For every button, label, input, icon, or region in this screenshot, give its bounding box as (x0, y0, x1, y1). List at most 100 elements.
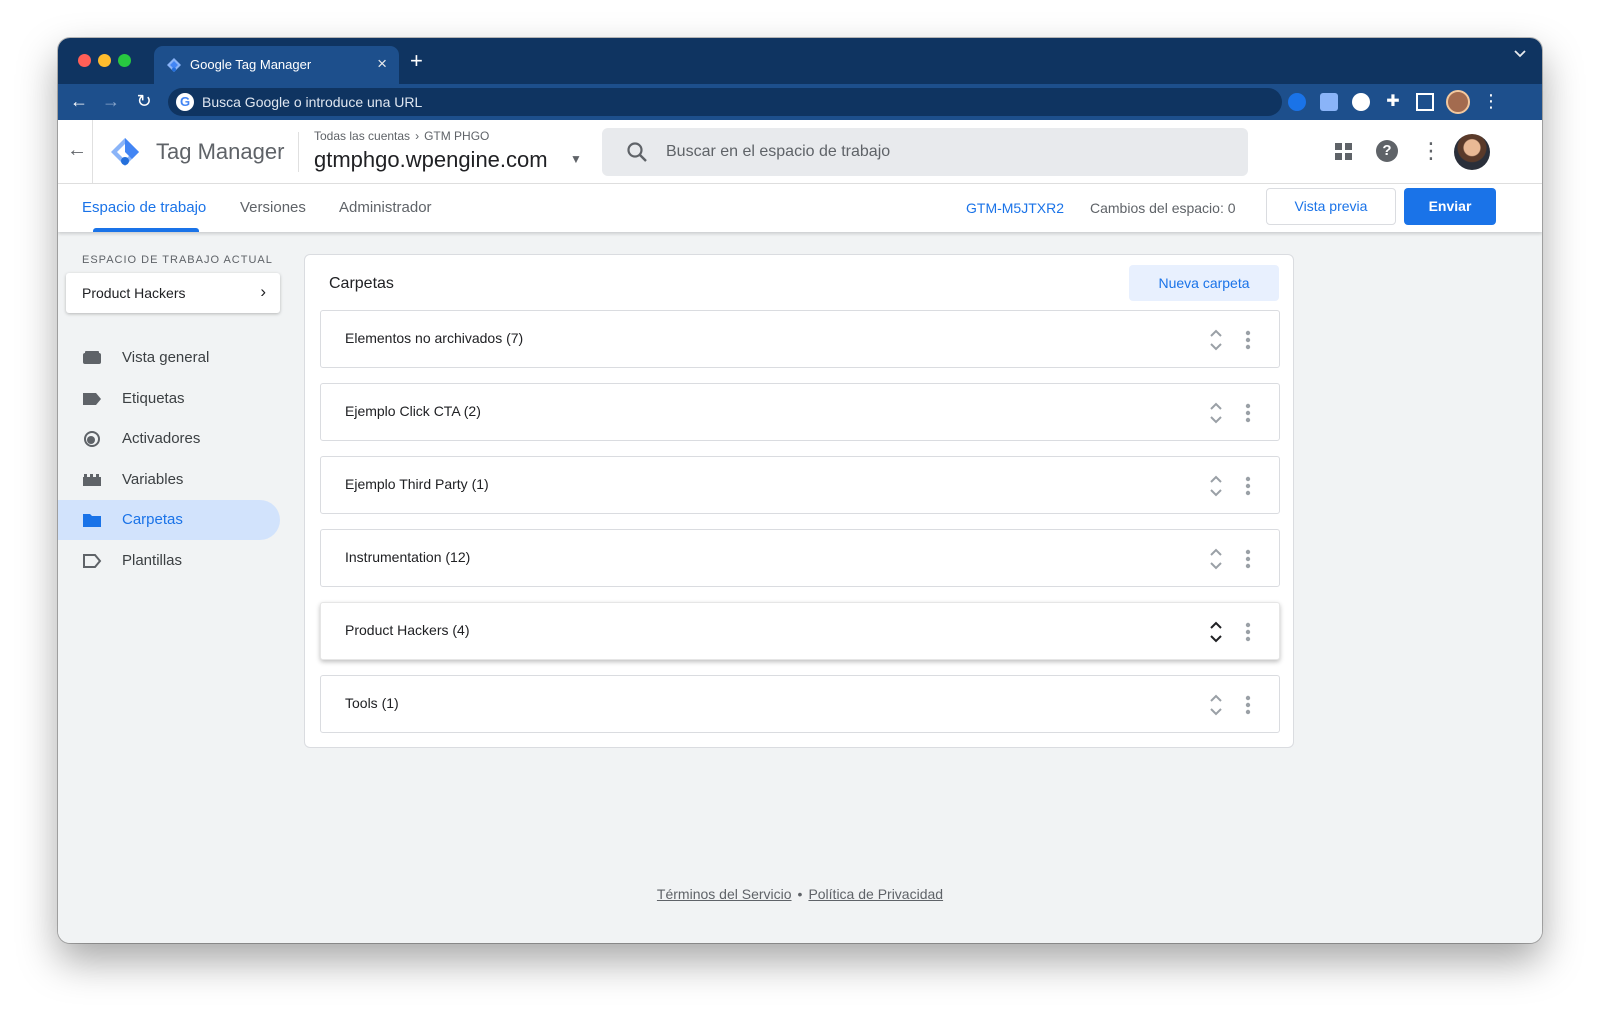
workspace-name: Product Hackers (82, 285, 186, 301)
header-divider (92, 120, 93, 184)
footer: Términos del Servicio • Política de Privac… (58, 886, 1542, 902)
more-vert-icon[interactable] (1245, 330, 1251, 350)
more-vert-icon[interactable] (1245, 549, 1251, 569)
more-vert-icon[interactable] (1245, 476, 1251, 496)
workspace-changes: Cambios del espacio: 0 (1090, 200, 1236, 216)
extension-globe-icon[interactable] (1288, 93, 1306, 111)
back-icon[interactable]: ← (66, 139, 88, 162)
browser-tab[interactable]: Google Tag Manager × (154, 46, 399, 84)
expand-collapse-icon[interactable] (1209, 692, 1223, 718)
active-tab-indicator (93, 228, 199, 232)
browser-window: Google Tag Manager × + ← → ↻ G Busca Goo… (58, 38, 1542, 943)
sidebar-item-folder[interactable]: Carpetas (58, 500, 280, 540)
sidebar-item-label: Plantillas (122, 551, 183, 569)
tab-versions[interactable]: Versiones (240, 199, 306, 216)
folder-name: Ejemplo Click CTA (2) (345, 403, 481, 419)
tab-title: Google Tag Manager (190, 57, 312, 72)
sidebar-item-label: Variables (122, 470, 184, 488)
sidebar-item-label: Carpetas (122, 511, 183, 528)
google-icon: G (176, 93, 194, 111)
browser-menu-icon[interactable]: ⋮ (1482, 90, 1500, 112)
template-icon (82, 553, 102, 569)
folders-panel: Carpetas Nueva carpeta Elementos no arch… (304, 254, 1294, 748)
new-tab-button[interactable]: + (410, 48, 423, 74)
reload-icon[interactable]: ↻ (133, 90, 155, 112)
address-bar-placeholder: Busca Google o introduce una URL (202, 94, 423, 110)
account-avatar[interactable] (1454, 134, 1490, 170)
tab-workspace[interactable]: Espacio de trabajo (82, 199, 206, 216)
container-id[interactable]: GTM-M5JTXR2 (966, 200, 1064, 216)
forward-arrow-icon[interactable]: → (100, 90, 122, 112)
folder-row[interactable]: Instrumentation (12) (320, 529, 1280, 587)
chevron-right-icon: › (260, 282, 266, 301)
minimize-window-button[interactable] (98, 54, 111, 67)
browser-tabstrip: Google Tag Manager × + (58, 38, 1542, 84)
more-vert-icon[interactable]: ⋮ (1420, 137, 1442, 165)
current-workspace-label: ESPACIO DE TRABAJO ACTUAL (82, 254, 273, 266)
folder-row[interactable]: Ejemplo Third Party (1) (320, 456, 1280, 514)
workspace-selector[interactable]: Product Hackers › (66, 273, 280, 313)
expand-collapse-icon[interactable] (1209, 327, 1223, 353)
dropdown-caret-icon[interactable]: ▼ (570, 152, 582, 166)
folder-row[interactable]: Elementos no archivados (7) (320, 310, 1280, 368)
gtm-header: ← Tag Manager Todas las cuentas › GTM PHGO… (58, 120, 1542, 184)
expand-collapse-icon[interactable] (1209, 546, 1223, 572)
breadcrumb-account[interactable]: GTM PHGO (424, 129, 489, 143)
preview-button[interactable]: Vista previa (1266, 188, 1396, 225)
workspace-subnav: Espacio de trabajo Versiones Administrad… (58, 184, 1542, 232)
folder-name: Tools (1) (345, 695, 399, 711)
address-bar[interactable]: G Busca Google o introduce una URL (168, 88, 1282, 116)
trigger-icon (82, 431, 102, 447)
tab-close-icon[interactable]: × (377, 54, 387, 74)
new-folder-button[interactable]: Nueva carpeta (1129, 265, 1279, 301)
gtm-logo-icon[interactable] (110, 137, 140, 167)
folder-name: Ejemplo Third Party (1) (345, 476, 489, 492)
extension-translate-icon[interactable] (1320, 93, 1338, 111)
breadcrumb: Todas las cuentas › GTM PHGO (314, 129, 489, 143)
expand-collapse-icon[interactable] (1209, 473, 1223, 499)
extension-tag-assistant-icon[interactable] (1352, 93, 1370, 111)
header-divider (298, 132, 299, 172)
browser-profile-avatar[interactable] (1446, 90, 1470, 114)
folder-row[interactable]: Product Hackers (4) (320, 602, 1280, 660)
more-vert-icon[interactable] (1245, 403, 1251, 423)
tab-admin[interactable]: Administrador (339, 199, 432, 216)
search-placeholder: Buscar en el espacio de trabajo (666, 143, 891, 160)
sidebar-item-overview[interactable]: Vista general (58, 338, 280, 378)
chevron-right-icon: › (415, 129, 420, 143)
search-input[interactable]: Buscar en el espacio de trabajo (602, 128, 1248, 176)
expand-collapse-icon[interactable] (1209, 619, 1223, 645)
apps-grid-icon[interactable] (1334, 142, 1354, 162)
folder-name: Elementos no archivados (7) (345, 330, 524, 346)
expand-collapse-icon[interactable] (1209, 400, 1223, 426)
workspace-changes-label: Cambios del espacio: (1090, 200, 1224, 216)
more-vert-icon[interactable] (1245, 695, 1251, 715)
sidebar-item-variables[interactable]: Variables (58, 460, 280, 500)
extensions-puzzle-icon[interactable]: ✚ (1384, 93, 1402, 111)
variables-icon (82, 472, 102, 488)
tag-icon (82, 391, 102, 407)
folder-icon (82, 512, 102, 528)
terms-link[interactable]: Términos del Servicio (657, 886, 792, 902)
maximize-window-button[interactable] (118, 54, 131, 67)
tab-search-chevron-icon[interactable] (1514, 50, 1526, 58)
sidebar-item-trigger[interactable]: Activadores (58, 419, 280, 459)
search-icon (627, 142, 647, 162)
product-name[interactable]: Tag Manager (156, 139, 284, 165)
close-window-button[interactable] (78, 54, 91, 67)
main-content: ESPACIO DE TRABAJO ACTUAL Product Hacker… (58, 232, 1542, 943)
submit-button[interactable]: Enviar (1404, 188, 1496, 225)
more-vert-icon[interactable] (1245, 622, 1251, 642)
folder-row[interactable]: Tools (1) (320, 675, 1280, 733)
side-panel-icon[interactable] (1416, 93, 1434, 111)
sidebar-item-template[interactable]: Plantillas (58, 541, 280, 581)
privacy-link[interactable]: Política de Privacidad (808, 886, 943, 902)
sidebar-item-tag[interactable]: Etiquetas (58, 379, 280, 419)
panel-title: Carpetas (329, 275, 394, 292)
folder-row[interactable]: Ejemplo Click CTA (2) (320, 383, 1280, 441)
help-icon[interactable]: ? (1376, 140, 1398, 162)
browser-toolbar: ← → ↻ G Busca Google o introduce una URL… (58, 84, 1542, 120)
container-selector[interactable]: gtmphgo.wpengine.com (314, 147, 548, 173)
back-arrow-icon[interactable]: ← (68, 90, 90, 112)
breadcrumb-all-accounts[interactable]: Todas las cuentas (314, 129, 410, 143)
